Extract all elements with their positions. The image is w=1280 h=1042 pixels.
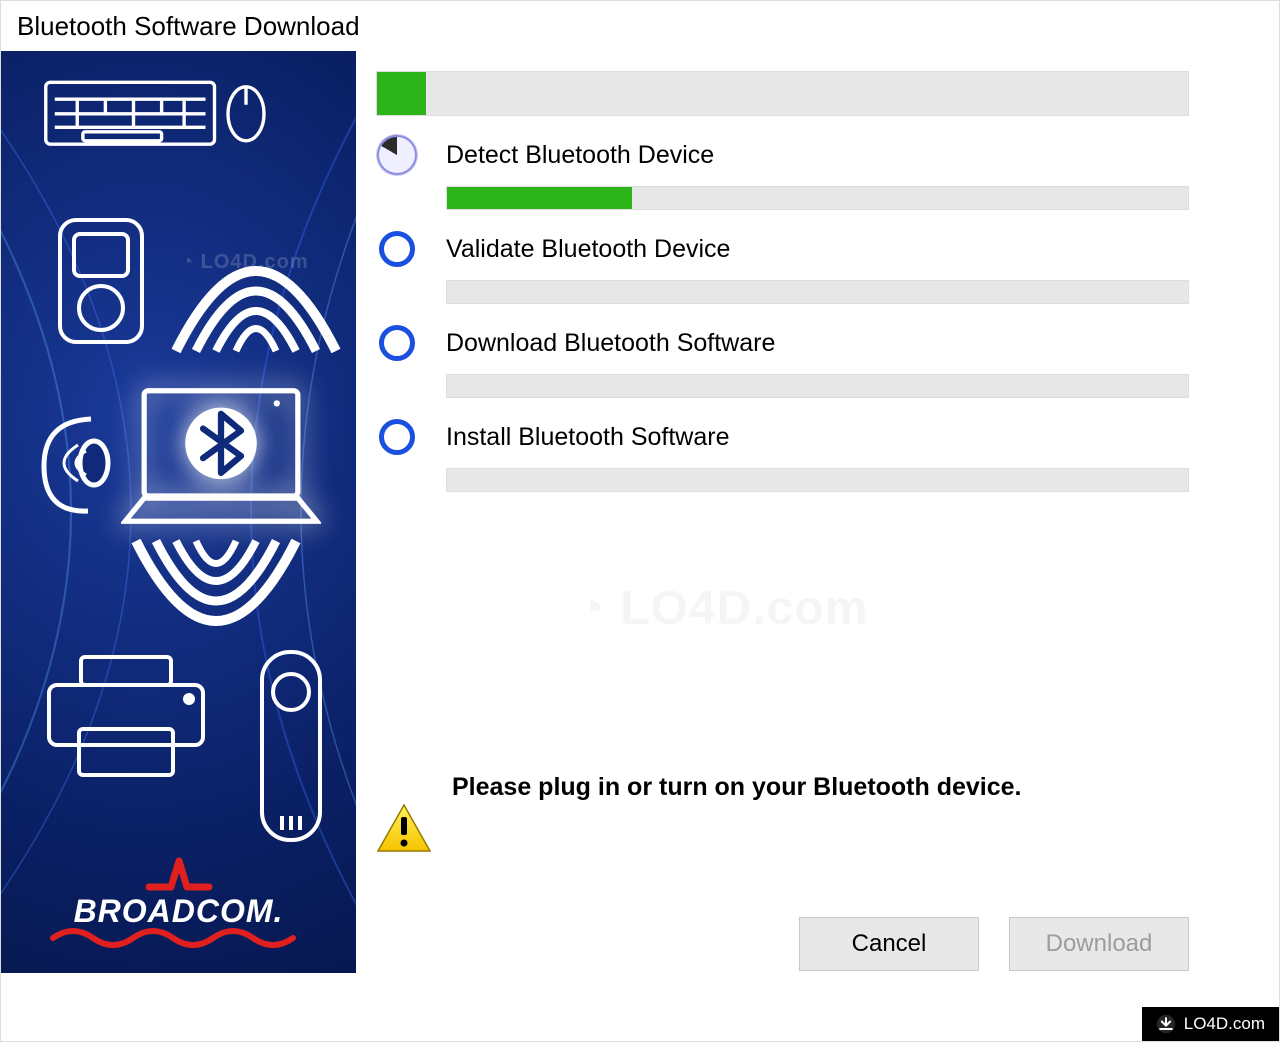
laptop-bluetooth-icon	[121, 381, 321, 531]
step-label: Detect Bluetooth Device	[446, 141, 714, 170]
window-title: Bluetooth Software Download	[1, 1, 1279, 51]
download-button[interactable]: Download	[1009, 917, 1189, 971]
mp3-player-icon	[56, 216, 146, 346]
step-label: Install Bluetooth Software	[446, 423, 730, 452]
step-detect: Detect Bluetooth Device	[376, 134, 1189, 176]
pending-ring-icon	[376, 322, 418, 364]
step-install-progress	[446, 468, 1189, 492]
headset-icon	[36, 411, 116, 521]
signal-arcs-bottom-icon	[131, 531, 301, 641]
pending-ring-icon	[376, 228, 418, 270]
brand-sidebar: ◔ LO4D.com	[1, 51, 356, 973]
window-body: ◔ LO4D.com	[1, 51, 1279, 1041]
step-download: Download Bluetooth Software	[376, 322, 1189, 364]
step-detect-progress	[446, 186, 1189, 210]
broadcom-pulse-icon	[79, 857, 279, 897]
dialog-buttons: Cancel Download	[799, 917, 1189, 971]
step-detect-fill	[447, 187, 632, 209]
installer-window: Bluetooth Software Download ◔ LO4D.com	[0, 0, 1280, 1042]
step-label: Download Bluetooth Software	[446, 329, 775, 358]
remote-icon	[256, 646, 326, 846]
warning-area: Please plug in or turn on your Bluetooth…	[376, 773, 1189, 853]
source-site-label: LO4D.com	[1184, 1014, 1265, 1034]
pending-ring-icon	[376, 416, 418, 458]
step-download-progress	[446, 374, 1189, 398]
overall-progress-bar	[376, 71, 1189, 116]
warning-message: Please plug in or turn on your Bluetooth…	[452, 773, 1022, 802]
keyboard-icon	[41, 71, 271, 161]
step-install: Install Bluetooth Software	[376, 416, 1189, 458]
step-validate-progress	[446, 280, 1189, 304]
step-label: Validate Bluetooth Device	[446, 235, 730, 264]
watermark-large: ◔ LO4D.com	[576, 581, 868, 636]
vendor-logo: BROADCOM.	[1, 857, 356, 953]
warning-icon	[376, 803, 432, 853]
broadcom-underline-icon	[49, 924, 309, 948]
signal-arcs-top-icon	[171, 251, 341, 361]
download-icon	[1156, 1014, 1176, 1034]
cancel-button[interactable]: Cancel	[799, 917, 979, 971]
source-site-badge: LO4D.com	[1142, 1007, 1279, 1041]
main-panel: Detect Bluetooth Device Validate Bluetoo…	[356, 51, 1279, 1041]
spinner-icon	[376, 134, 418, 176]
step-validate: Validate Bluetooth Device	[376, 228, 1189, 270]
overall-progress-fill	[377, 72, 426, 115]
printer-icon	[41, 651, 211, 781]
